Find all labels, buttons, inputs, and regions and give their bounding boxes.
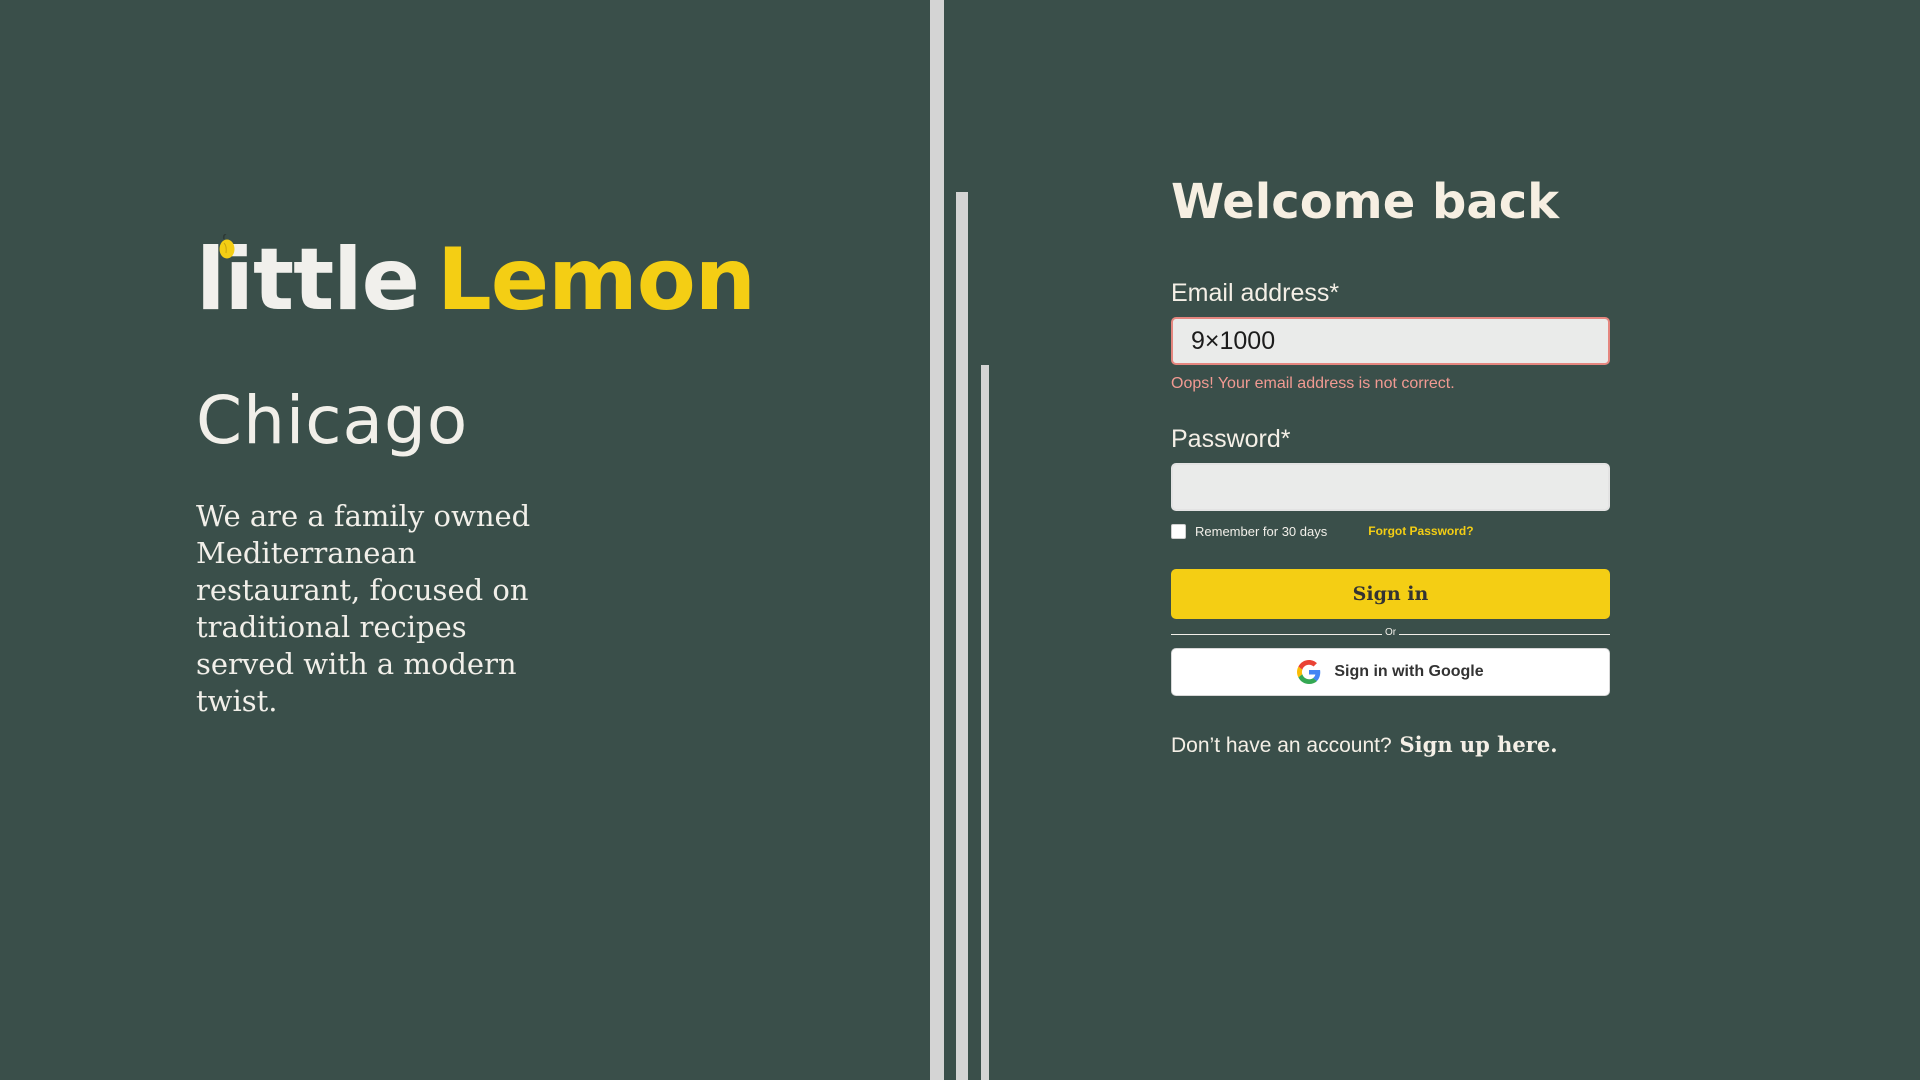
email-field[interactable] [1171, 317, 1610, 365]
sign-in-button[interactable]: Sign in [1171, 569, 1610, 619]
email-label: Email address* [1171, 279, 1340, 307]
google-button-label: Sign in with Google [1334, 663, 1484, 680]
sign-up-link[interactable]: Sign up here. [1400, 732, 1558, 757]
decorative-bar-1 [930, 0, 944, 1080]
divider-line-right [1399, 634, 1610, 635]
google-sign-in-button[interactable]: Sign in with Google [1171, 648, 1610, 696]
email-error-message: Oops! Your email address is not correct. [1171, 375, 1455, 392]
decorative-bar-2 [956, 192, 968, 1080]
password-label: Password* [1171, 425, 1291, 453]
restaurant-description: We are a family owned Mediterranean rest… [196, 499, 531, 718]
remember-checkbox[interactable] [1171, 523, 1186, 539]
welcome-title: Welcome back [1171, 174, 1560, 230]
brand-word-lemon: Lemon [436, 230, 756, 330]
decorative-bar-3 [981, 365, 989, 1080]
google-icon [1297, 660, 1321, 684]
or-divider: Or [1171, 626, 1610, 642]
city-heading: Chicago [196, 382, 469, 459]
divider-or-label: Or [1384, 627, 1397, 638]
login-options-row: Remember for 30 days Forgot Password? [1171, 522, 1610, 540]
login-form: Welcome back Email address* Oops! Your e… [1171, 170, 1610, 758]
signup-prompt: Don’t have an account? [1171, 734, 1392, 757]
remember-label: Remember for 30 days [1195, 523, 1328, 539]
forgot-password-link[interactable]: Forgot Password? [1368, 524, 1473, 538]
brand-logo: little Lemon [196, 230, 756, 330]
lemon-icon [219, 234, 235, 259]
signup-row: Don’t have an account? Sign up here. [1171, 732, 1610, 758]
password-field[interactable] [1171, 463, 1610, 511]
